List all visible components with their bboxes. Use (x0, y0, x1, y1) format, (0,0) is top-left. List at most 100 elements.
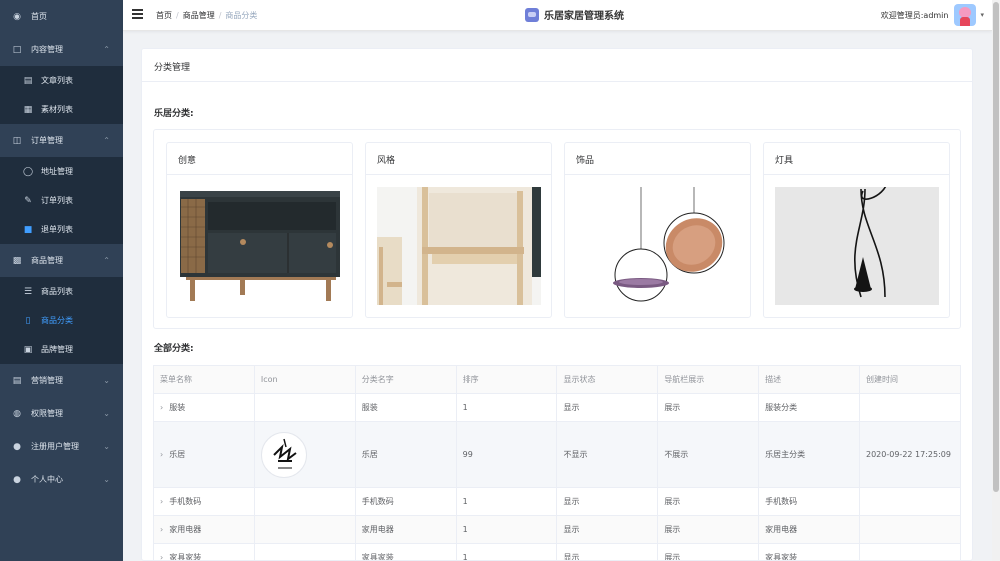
nav-display-cell: 展示 (657, 543, 760, 560)
category-card-lighting[interactable]: 灯具 (763, 142, 950, 318)
menu-name-cell: › 乐居 (153, 421, 255, 488)
sidebar-item-goods-category[interactable]: ▯ 商品分类 (0, 306, 123, 335)
sidebar-item-goods-list[interactable]: ☰ 商品列表 (0, 277, 123, 306)
created-time-cell (859, 393, 961, 422)
sidebar-group-content[interactable]: □ 内容管理 ⌃ (0, 33, 123, 66)
expand-arrow-icon[interactable]: › (160, 403, 163, 412)
sidebar-item-label: 素材列表 (41, 105, 73, 114)
show-status-cell: 显示 (556, 543, 659, 560)
gift-icon: ▣ (23, 344, 33, 355)
sidebar-item-materials[interactable]: ▦ 素材列表 (0, 95, 123, 124)
sidebar-group-goods[interactable]: ▩ 商品管理 ⌃ (0, 244, 123, 277)
sidebar-item-label: 文章列表 (41, 76, 73, 85)
sidebar-group-users[interactable]: ● 注册用户管理 ⌄ (0, 430, 123, 463)
table-header-row: 菜单名称 Icon 分类名字 排序 显示状态 导航栏展示 描述 创建时间 (153, 365, 961, 394)
sidebar-item-label: 订单列表 (41, 196, 73, 205)
breadcrumb-goods[interactable]: 商品管理 (183, 11, 215, 20)
sidebar-group-label: 订单管理 (31, 136, 63, 145)
menu-name: 乐居 (169, 450, 186, 459)
table-header: 导航栏展示 (657, 365, 760, 394)
sidebar-item-returns[interactable]: ■ 退单列表 (0, 215, 123, 244)
caret-down-icon[interactable]: ▾ (980, 11, 984, 19)
table-row[interactable]: › 家用电器 家用电器 1 显示 展示 家用电器 (153, 515, 961, 544)
sidebar-group-permissions[interactable]: ◍ 权限管理 ⌄ (0, 397, 123, 430)
all-category-title: 全部分类: (154, 344, 194, 354)
expand-arrow-icon[interactable]: › (160, 525, 163, 534)
cabinet-image (178, 187, 342, 305)
table-row[interactable]: › 服装 服装 1 显示 展示 服装分类 (153, 393, 961, 422)
table-header: 排序 (455, 365, 558, 394)
sidebar-item-brands[interactable]: ▣ 品牌管理 (0, 335, 123, 364)
category-card-creative[interactable]: 创意 (166, 142, 353, 318)
hamburger-icon[interactable] (132, 9, 143, 19)
list-icon: ☰ (23, 286, 33, 297)
table-row[interactable]: › 乐居 乐居 99 不显示 不展示 乐居主分类 2020-09-22 17:2… (153, 421, 961, 488)
menu-name: 手机数码 (169, 497, 202, 506)
sidebar-group-label: 权限管理 (31, 409, 63, 418)
category-card: 分类管理 乐居分类: 创意 风格 饰品 灯具 全部分类: 菜单名称 Icon 分… (141, 48, 973, 561)
sort-cell: 1 (455, 487, 558, 516)
nav-display-cell: 展示 (657, 487, 760, 516)
menu-name-cell: › 家具家装 (153, 543, 255, 561)
icon-cell (253, 421, 356, 488)
chevron-down-icon: ⌄ (103, 409, 110, 418)
sidebar-item-order-list[interactable]: ✎ 订单列表 (0, 186, 123, 215)
menu-name: 家具家装 (169, 553, 202, 561)
menu-name-cell: › 家用电器 (153, 515, 255, 544)
category-card-style[interactable]: 风格 (365, 142, 552, 318)
sidebar-item-articles[interactable]: ▤ 文章列表 (0, 66, 123, 95)
menu-name: 服装 (169, 403, 186, 412)
expand-arrow-icon[interactable]: › (160, 450, 163, 459)
expand-arrow-icon[interactable]: › (160, 497, 163, 506)
menu-name-cell: › 服装 (153, 393, 255, 422)
sort-cell: 1 (455, 543, 558, 560)
top-navbar: 首页 / 商品管理 / 商品分类 乐居家居管理系统 欢迎管理员:admin ▾ (123, 0, 992, 31)
description-cell: 服装分类 (758, 393, 860, 422)
image-list-icon: ▦ (23, 104, 33, 115)
created-time-cell (859, 543, 961, 560)
category-name-cell: 家用电器 (354, 515, 457, 544)
category-name-cell: 服装 (354, 393, 457, 422)
table-header: 菜单名称 (153, 365, 255, 394)
sidebar-group-marketing[interactable]: ▤ 营销管理 ⌄ (0, 364, 123, 397)
icon-cell (253, 515, 356, 544)
expand-arrow-icon[interactable]: › (160, 553, 163, 560)
show-status-cell: 显示 (556, 393, 659, 422)
icon-cell (253, 393, 356, 422)
sidebar-group-profile[interactable]: ● 个人中心 ⌄ (0, 463, 123, 496)
submenu-goods: ☰ 商品列表 ▯ 商品分类 ▣ 品牌管理 (0, 277, 123, 364)
sidebar-item-label: 退单列表 (41, 225, 73, 234)
table-header: 描述 (758, 365, 860, 394)
sort-cell: 99 (455, 421, 558, 488)
user-menu[interactable]: 欢迎管理员:admin ▾ (881, 4, 984, 26)
sidebar-group-orders[interactable]: ◫ 订单管理 ⌃ (0, 124, 123, 157)
table-row[interactable]: › 手机数码 手机数码 1 显示 展示 手机数码 (153, 487, 961, 516)
description-cell: 乐居主分类 (758, 421, 860, 488)
category-name: 饰品 (565, 143, 750, 175)
sidebar-item-address[interactable]: ◯ 地址管理 (0, 157, 123, 186)
coins-icon: ▤ (12, 375, 22, 386)
show-status-cell: 不显示 (556, 421, 659, 488)
category-card-accessories[interactable]: 饰品 (564, 142, 751, 318)
chevron-up-icon: ⌃ (103, 136, 110, 145)
folder-icon: □ (12, 44, 22, 55)
icon-cell (253, 487, 356, 516)
chevron-up-icon: ⌃ (103, 45, 110, 54)
submenu-orders: ◯ 地址管理 ✎ 订单列表 ■ 退单列表 (0, 157, 123, 244)
nav-display-cell: 展示 (657, 515, 760, 544)
category-name-cell: 手机数码 (354, 487, 457, 516)
category-name-cell: 乐居 (354, 421, 457, 488)
person-icon: ● (13, 441, 21, 452)
avatar[interactable] (954, 4, 977, 26)
table-row[interactable]: › 家具家装 家具家装 1 显示 展示 家具家装 (153, 543, 961, 561)
sidebar-item-home[interactable]: ◉ 首页 (0, 0, 123, 33)
table-header: Icon (253, 365, 356, 394)
scrollbar-thumb[interactable] (993, 2, 999, 492)
breadcrumb-home[interactable]: 首页 (156, 11, 172, 20)
category-logo-icon (260, 431, 307, 478)
page-scrollbar[interactable] (992, 0, 1000, 561)
sidebar-item-label: 商品分类 (41, 316, 73, 325)
icon-cell (253, 543, 356, 560)
document-icon: ▤ (23, 75, 33, 86)
description-cell: 手机数码 (758, 487, 860, 516)
